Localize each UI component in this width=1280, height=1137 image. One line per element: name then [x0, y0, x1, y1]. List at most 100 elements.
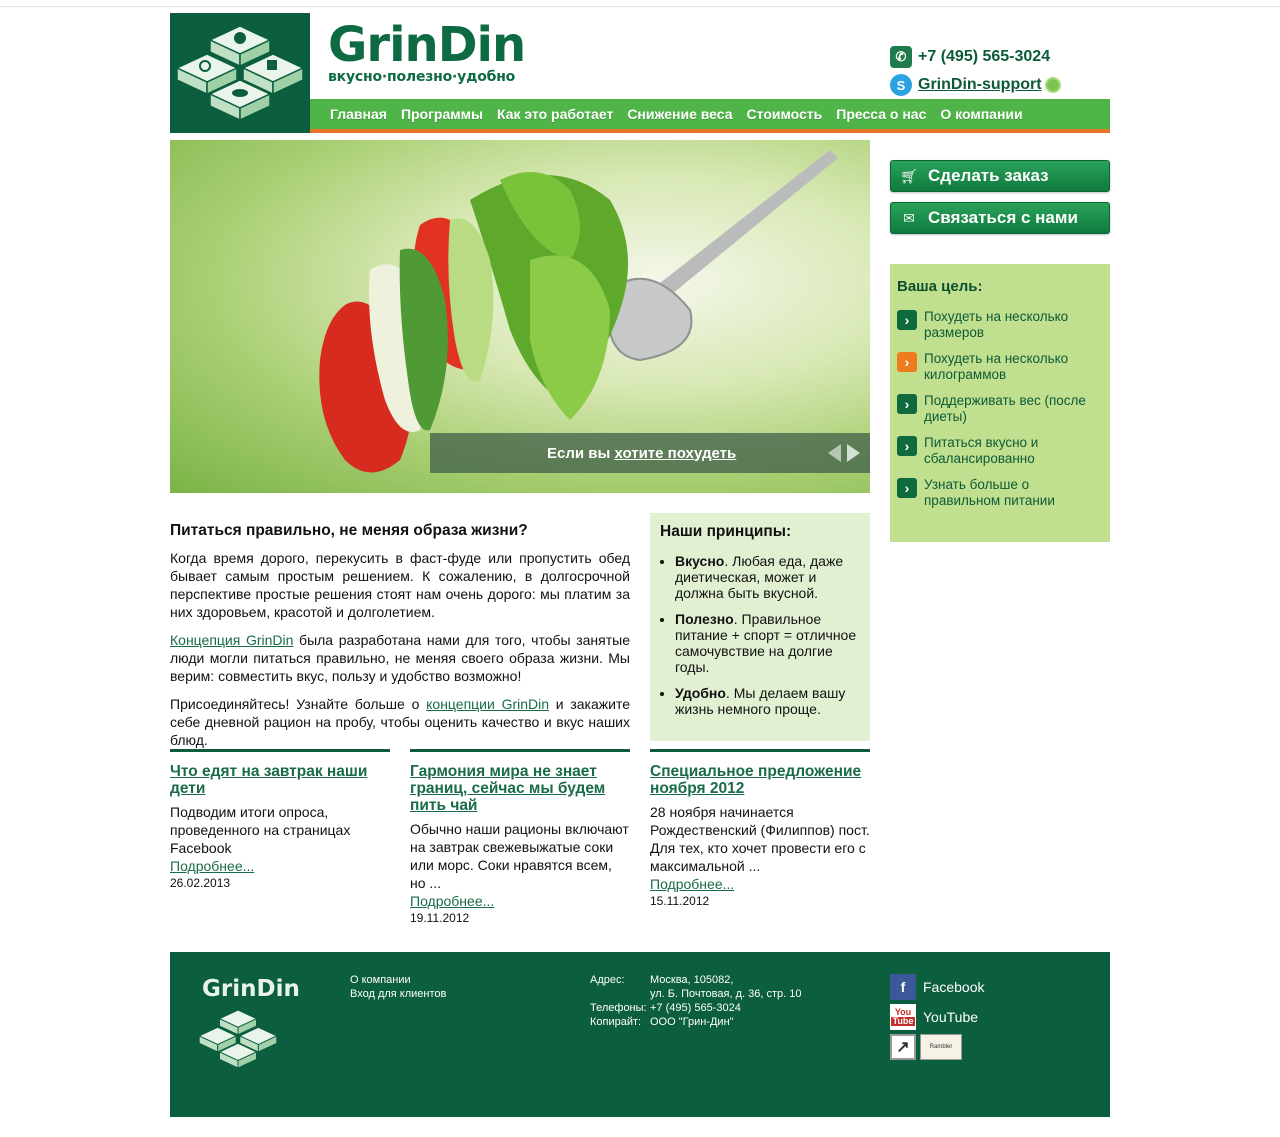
nav-pricing[interactable]: Стоимость [747, 106, 823, 122]
news-item: Что едят на завтрак наши дети Подводим и… [170, 749, 390, 890]
order-button-label: Сделать заказ [928, 166, 1049, 185]
news-more-link[interactable]: Подробнее... [410, 892, 630, 910]
footer-links: О компании Вход для клиентов [350, 973, 446, 1001]
chevron-right-icon: › [897, 352, 917, 372]
skype-icon: S [890, 74, 912, 96]
footer-brand: GrinDin [202, 976, 300, 1002]
footer-info: Адрес: Москва, 105082, ул. Б. Почтовая, … [590, 973, 801, 1029]
intro-paragraph-1: Когда время дорого, перекусить в фаст-фу… [170, 550, 630, 620]
address-line-1: Москва, 105082, [650, 974, 734, 986]
intro-title: Питаться правильно, не меняя образа жизн… [170, 522, 528, 539]
envelope-icon: ✉ [903, 209, 915, 226]
footer-phones: +7 (495) 565-3024 [650, 1002, 741, 1014]
intro-paragraph-2: Концепция GrinDin была разработана нами … [170, 631, 630, 685]
goal-item-maintain-weight[interactable]: › Поддерживать вес (после диеты) [897, 393, 1102, 425]
nav-press[interactable]: Пресса о нас [836, 106, 926, 122]
nav-weight-loss[interactable]: Снижение веса [627, 106, 732, 122]
contact-us-button[interactable]: ✉ Связаться с нами [890, 202, 1110, 234]
footer-phones-row: Телефоны: +7 (495) 565-3024 [590, 1001, 801, 1015]
order-button[interactable]: 🛒︎ Сделать заказ [890, 160, 1110, 192]
hero-caption-link[interactable]: хотите похудеть [614, 445, 736, 462]
intro-paragraph-3: Присоединяйтесь! Узнайте больше о концеп… [170, 695, 630, 749]
brand: GrinDin вкусно·полезно·удобно [328, 17, 526, 85]
footer-copyright: ООО "Грин-Дин" [650, 1016, 734, 1028]
principle-name: Вкусно [675, 553, 725, 569]
skype-row[interactable]: S GrinDin-support [890, 71, 1061, 99]
youtube-icon: You Tube [890, 1004, 916, 1030]
goal-item-eat-balanced[interactable]: › Питаться вкусно и сбалансированно [897, 435, 1102, 467]
nav-about[interactable]: О компании [940, 106, 1022, 122]
hero-caption-prefix: Если вы [547, 444, 615, 462]
main-nav: Главная Программы Как это работает Сниже… [310, 99, 1110, 133]
news-date: 26.02.2013 [170, 876, 231, 890]
news-text: Обычно наши рационы включают на завтрак … [410, 821, 629, 891]
logo[interactable] [170, 13, 310, 133]
news-more-link[interactable]: Подробнее... [650, 875, 870, 893]
footer-address-row: Адрес: Москва, 105082, [590, 973, 801, 987]
address-line-2: ул. Б. Почтовая, д. 36, стр. 10 [650, 988, 802, 1000]
principle-name: Полезно [675, 611, 734, 627]
address-label: Адрес: [590, 974, 625, 986]
news-item: Специальное предложение ноября 2012 28 н… [650, 749, 870, 908]
footer-link-about[interactable]: О компании [350, 973, 446, 987]
youtube-link[interactable]: You Tube YouTube [890, 1002, 984, 1032]
concept-link[interactable]: Концепция GrinDin [170, 632, 293, 648]
contact-us-button-label: Связаться с нами [928, 208, 1078, 227]
news-more-link[interactable]: Подробнее... [170, 857, 390, 875]
slider-arrows [828, 444, 860, 462]
slider-next-icon[interactable] [847, 444, 860, 462]
news-title[interactable]: Гармония мира не знает границ, сейчас мы… [410, 763, 630, 814]
goal-item-lose-kilograms[interactable]: › Похудеть на несколько килограммов [897, 351, 1102, 383]
facebook-label: Facebook [923, 979, 985, 995]
slider-prev-icon[interactable] [828, 444, 841, 462]
hero-caption: Если вы хотите похудеть [430, 433, 870, 473]
news-text: 28 ноября начинается Рождественский (Фил… [650, 804, 870, 874]
nav-how-it-works[interactable]: Как это работает [497, 106, 613, 122]
goal-item-learn-more[interactable]: › Узнать больше о правильном питании [897, 477, 1102, 509]
phone-row: ✆ +7 (495) 565-3024 [890, 43, 1061, 71]
news-title[interactable]: Специальное предложение ноября 2012 [650, 763, 870, 797]
nav-home[interactable]: Главная [330, 106, 387, 122]
goal-item-lose-sizes[interactable]: › Похудеть на несколько размеров [897, 309, 1102, 341]
phone-icon: ✆ [890, 46, 912, 68]
hero-caption-text: Если вы хотите похудеть [547, 445, 736, 462]
principle-item: Удобно. Мы делаем вашу жизнь немного про… [675, 685, 860, 717]
footer: GrinDin О компании Вход для клиентов Адр… [170, 952, 1110, 1117]
social-links: f Facebook You Tube YouTube ↗ Rambler [890, 972, 984, 1060]
principles-title: Наши принципы: [660, 523, 792, 540]
facebook-icon: f [890, 974, 916, 1000]
goal-label: Питаться вкусно и сбалансированно [924, 435, 1039, 466]
nav-programs[interactable]: Программы [401, 106, 483, 122]
news-text: Подводим итоги опроса, проведенного на с… [170, 804, 351, 856]
chevron-right-icon: › [897, 394, 917, 414]
facebook-link[interactable]: f Facebook [890, 972, 984, 1002]
phone-number: +7 (495) 565-3024 [918, 48, 1051, 65]
chevron-right-icon: › [897, 436, 917, 456]
principle-item: Вкусно. Любая еда, даже диетическая, мож… [675, 553, 860, 601]
chevron-right-icon: › [897, 310, 917, 330]
footer-logo[interactable] [198, 1004, 278, 1077]
chevron-right-icon: › [897, 478, 917, 498]
brand-name: GrinDin [328, 17, 526, 73]
principle-name: Удобно [675, 685, 726, 701]
goals-panel: Ваша цель: › Похудеть на несколько разме… [890, 264, 1110, 542]
copyright-label: Копирайт: [590, 1016, 642, 1028]
youtube-label: YouTube [923, 1009, 979, 1025]
liveinternet-counter-icon[interactable]: ↗ [890, 1034, 916, 1060]
top-divider [0, 6, 1280, 7]
contacts: ✆ +7 (495) 565-3024 S GrinDin-support [890, 43, 1061, 99]
goal-label: Похудеть на несколько размеров [924, 309, 1069, 340]
concept-link-2[interactable]: концепции GrinDin [426, 696, 549, 712]
skype-link[interactable]: GrinDin-support [918, 76, 1042, 94]
skype-status-icon [1044, 77, 1061, 93]
goal-label: Похудеть на несколько килограммов [924, 351, 1069, 382]
hero-slider[interactable]: Если вы хотите похудеть [170, 140, 870, 493]
logo-cubes-icon [198, 1009, 278, 1069]
rambler-top100-icon[interactable]: Rambler [920, 1034, 962, 1060]
cart-icon: 🛒︎ [900, 167, 918, 184]
principles-panel: Наши принципы: Вкусно. Любая еда, даже д… [650, 513, 870, 741]
footer-link-client-login[interactable]: Вход для клиентов [350, 987, 446, 1001]
footer-address-row-2: ул. Б. Почтовая, д. 36, стр. 10 [590, 987, 801, 1001]
intro-section: Питаться правильно, не меняя образа жизн… [170, 522, 630, 759]
news-title[interactable]: Что едят на завтрак наши дети [170, 763, 390, 797]
